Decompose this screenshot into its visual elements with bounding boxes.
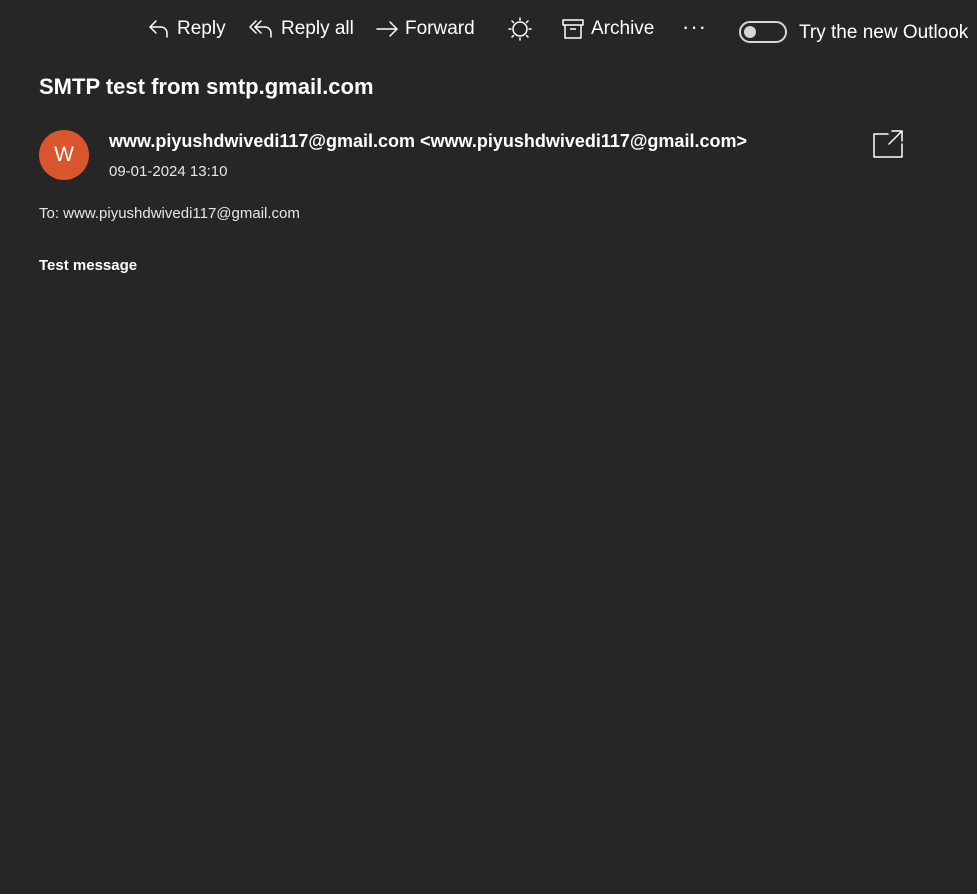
reply-all-button[interactable]: Reply all — [249, 14, 354, 44]
reply-label: Reply — [177, 18, 226, 39]
forward-label: Forward — [405, 18, 475, 39]
sender-address[interactable]: www.piyushdwivedi117@gmail.com <www.piyu… — [109, 131, 747, 152]
archive-button[interactable]: Archive — [561, 14, 654, 44]
more-options-button[interactable]: ··· — [682, 12, 707, 42]
forward-icon — [375, 17, 399, 41]
reply-button[interactable]: Reply — [147, 14, 226, 44]
sweep-icon — [507, 16, 533, 42]
reply-all-icon — [249, 17, 275, 41]
sender-avatar: W — [39, 130, 89, 180]
popout-icon — [872, 130, 904, 163]
new-outlook-toggle[interactable] — [739, 21, 787, 43]
message-toolbar: Reply Reply all Forward Archive ··· Try … — [0, 0, 977, 58]
more-icon: ··· — [682, 14, 707, 39]
message-subject: SMTP test from smtp.gmail.com — [39, 74, 374, 99]
sweep-button[interactable] — [507, 14, 533, 44]
forward-button[interactable]: Forward — [375, 14, 475, 44]
reply-icon — [147, 17, 171, 41]
recipient-line: To: www.piyushdwivedi117@gmail.com — [39, 205, 300, 222]
toggle-knob — [744, 26, 756, 38]
new-outlook-label: Try the new Outlook — [799, 22, 969, 43]
message-body: Test message — [39, 257, 138, 274]
avatar-initial: W — [54, 143, 74, 166]
open-in-new-window-button[interactable] — [872, 129, 904, 164]
reply-all-label: Reply all — [281, 18, 354, 39]
archive-icon — [561, 17, 585, 41]
message-date: 09-01-2024 13:10 — [109, 163, 228, 180]
archive-label: Archive — [591, 18, 655, 39]
